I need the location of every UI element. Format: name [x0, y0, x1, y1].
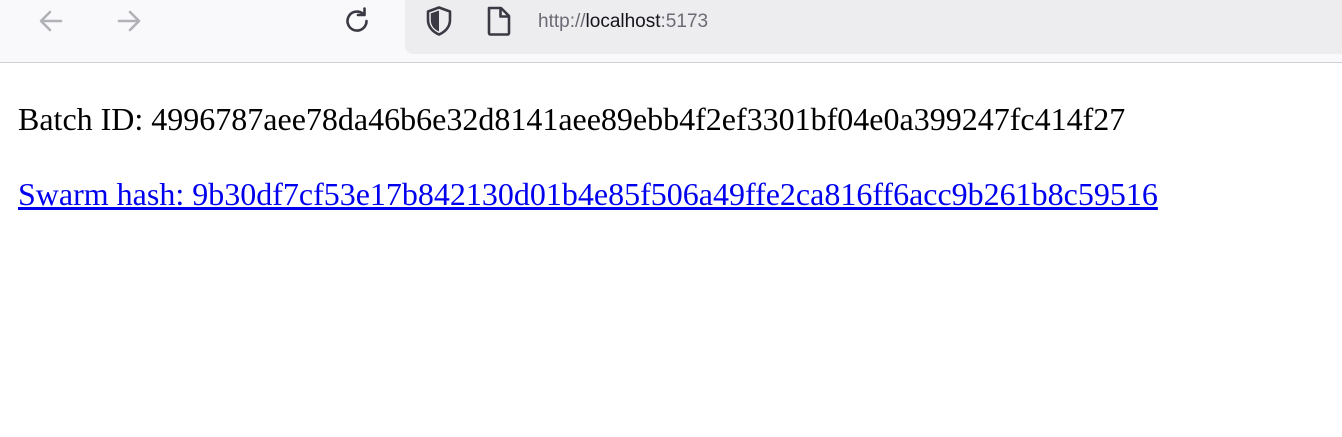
- batch-id-label: Batch ID:: [18, 101, 152, 137]
- batch-id-line: Batch ID: 4996787aee78da46b6e32d8141aee8…: [18, 100, 1125, 138]
- browser-toolbar: http://localhost:5173: [0, 0, 1342, 63]
- back-button[interactable]: [34, 4, 68, 38]
- address-bar[interactable]: http://localhost:5173: [405, 0, 1342, 54]
- url-text[interactable]: http://localhost:5173: [538, 10, 708, 34]
- forward-arrow-icon: [112, 4, 146, 38]
- page-icon[interactable]: [483, 4, 515, 38]
- batch-id-value: 4996787aee78da46b6e32d8141aee89ebb4f2ef3…: [151, 101, 1126, 137]
- reload-icon: [340, 4, 374, 38]
- reload-button[interactable]: [340, 4, 374, 38]
- url-port: :5173: [660, 11, 709, 32]
- back-arrow-icon: [34, 4, 68, 38]
- forward-button[interactable]: [112, 4, 146, 38]
- url-host: localhost: [585, 11, 661, 32]
- shield-icon[interactable]: [422, 4, 456, 38]
- swarm-hash-link[interactable]: Swarm hash: 9b30df7cf53e17b842130d01b4e8…: [18, 175, 1158, 213]
- url-scheme: http://: [538, 11, 586, 32]
